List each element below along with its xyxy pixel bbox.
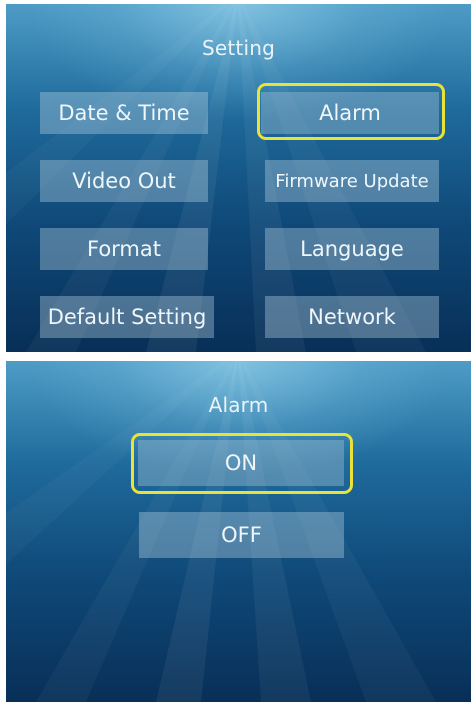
selection-highlight	[131, 433, 353, 494]
format-button[interactable]: Format	[40, 228, 208, 270]
alarm-off-option[interactable]: OFF	[139, 512, 344, 558]
setting-title: Setting	[201, 36, 275, 60]
default-setting-button[interactable]: Default Setting	[40, 296, 214, 338]
network-button[interactable]: Network	[265, 296, 439, 338]
language-button[interactable]: Language	[265, 228, 439, 270]
selection-highlight	[257, 83, 445, 140]
video-out-button[interactable]: Video Out	[40, 160, 208, 202]
firmware-update-button[interactable]: Firmware Update	[265, 160, 439, 202]
alarm-title: Alarm	[208, 393, 269, 417]
alarm-screen: Alarm ON OFF	[6, 361, 471, 702]
setting-screen: Setting Date & Time Alarm Video Out Firm…	[6, 4, 471, 352]
date-time-button[interactable]: Date & Time	[40, 92, 208, 134]
